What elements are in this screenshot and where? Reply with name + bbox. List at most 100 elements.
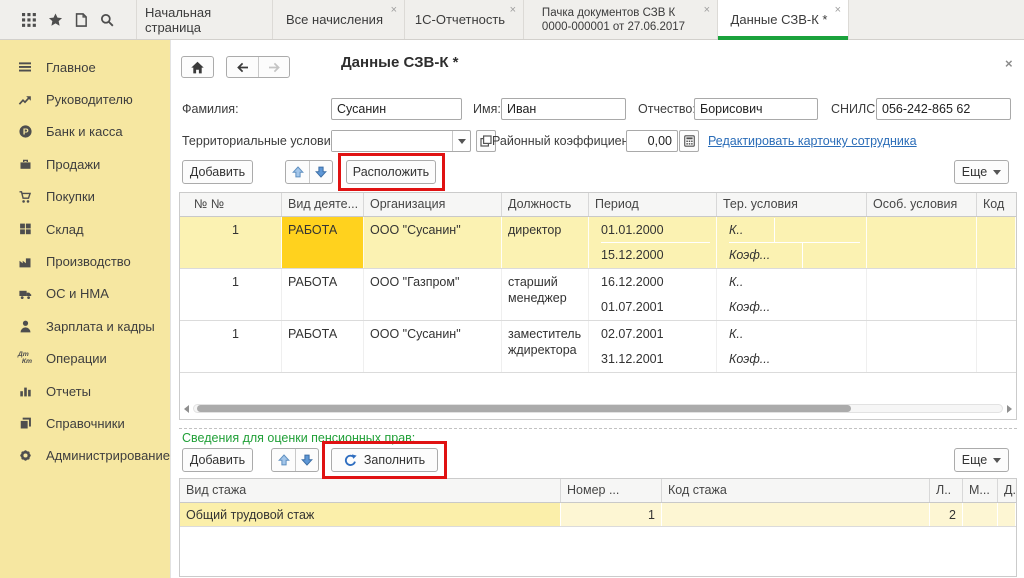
tab-all-accruals[interactable]: Все начисления × xyxy=(273,0,405,39)
move-up-button[interactable] xyxy=(286,161,309,183)
menu-lines-icon xyxy=(16,60,34,74)
pension-section-label: Сведения для оценки пенсионных прав: xyxy=(182,431,415,445)
sidebar-item-salary-hr[interactable]: Зарплата и кадры xyxy=(0,310,170,342)
arrange-button[interactable]: Расположить xyxy=(346,160,436,184)
gear-icon xyxy=(16,449,34,463)
sidebar-item-manager[interactable]: Руководителю xyxy=(0,83,170,115)
close-icon[interactable]: × xyxy=(391,5,397,16)
column-header[interactable]: Вид стажа xyxy=(180,479,561,502)
add-button-top[interactable]: Добавить xyxy=(182,160,253,184)
open-icon xyxy=(480,135,492,147)
tab-home-page[interactable]: Начальная страница xyxy=(137,0,273,39)
apps-grid-icon[interactable] xyxy=(22,13,36,27)
column-header[interactable]: Особ. условия xyxy=(867,193,977,216)
column-header[interactable]: Л.. xyxy=(930,479,963,502)
column-header[interactable]: № № xyxy=(180,193,282,216)
bar-chart-icon xyxy=(16,384,34,398)
calculator-button[interactable] xyxy=(679,130,699,152)
horizontal-scrollbar[interactable] xyxy=(184,401,1012,416)
close-icon[interactable]: × xyxy=(835,5,841,16)
add-button-bottom[interactable]: Добавить xyxy=(182,448,253,472)
column-header[interactable]: Д.. xyxy=(998,479,1016,502)
form-close-icon[interactable]: × xyxy=(1005,56,1013,71)
scrollbar-track[interactable] xyxy=(193,404,1003,413)
firstname-field[interactable] xyxy=(501,98,626,120)
column-header[interactable]: Код стажа xyxy=(662,479,930,502)
more-button-bottom[interactable]: Еще xyxy=(954,448,1009,472)
sidebar-item-production[interactable]: Производство xyxy=(0,245,170,277)
territorial-input[interactable] xyxy=(332,131,452,151)
scroll-right-icon[interactable] xyxy=(1007,405,1012,413)
sidebar-item-references[interactable]: Справочники xyxy=(0,407,170,439)
sidebar-item-label: Продажи xyxy=(46,157,100,172)
sidebar-item-label: Руководителю xyxy=(46,92,133,107)
column-header[interactable]: Номер ... xyxy=(561,479,662,502)
table-row[interactable]: 1 РАБОТА ООО "Сусанин" директор 01.01.20… xyxy=(180,217,1016,269)
territorial-label: Территориальные условия: xyxy=(182,130,341,152)
sidebar-item-warehouse[interactable]: Склад xyxy=(0,213,170,245)
table-row[interactable]: Общий трудовой стаж 1 2 xyxy=(180,503,1016,527)
tab-label: Данные СЗВ-К * xyxy=(731,12,828,27)
refresh-arrow-icon xyxy=(344,454,357,467)
close-icon[interactable]: × xyxy=(510,5,516,16)
patronymic-field[interactable] xyxy=(694,98,818,120)
move-down-button[interactable] xyxy=(295,449,318,471)
sidebar-item-operations[interactable]: ДтКт Операции xyxy=(0,343,170,375)
briefcase-icon xyxy=(16,157,34,171)
territorial-combobox[interactable] xyxy=(331,130,471,152)
forward-button[interactable] xyxy=(258,57,289,77)
tab-szv-k-data[interactable]: Данные СЗВ-К * × xyxy=(718,0,849,39)
sidebar-item-reports[interactable]: Отчеты xyxy=(0,375,170,407)
column-header[interactable]: Должность xyxy=(502,193,589,216)
sidebar-item-main[interactable]: Главное xyxy=(0,51,170,83)
table-empty-area xyxy=(180,373,1016,401)
more-button-top[interactable]: Еще xyxy=(954,160,1009,184)
search-icon[interactable] xyxy=(100,13,114,27)
column-header[interactable]: Тер. условия xyxy=(717,193,867,216)
coefficient-field[interactable] xyxy=(626,130,678,152)
sidebar-item-label: Зарплата и кадры xyxy=(46,319,155,334)
table-row[interactable]: 1 РАБОТА ООО "Сусанин" заместитель ждире… xyxy=(180,321,1016,373)
sidebar-item-purchases[interactable]: Покупки xyxy=(0,181,170,213)
snils-field[interactable] xyxy=(876,98,1011,120)
chevron-down-icon xyxy=(993,458,1001,463)
lastname-field[interactable] xyxy=(331,98,462,120)
tab-bar: Начальная страница Все начисления × 1С-О… xyxy=(0,0,1024,40)
snils-label: СНИЛС: xyxy=(831,98,879,120)
navigation-buttons xyxy=(226,56,290,78)
active-cell[interactable]: РАБОТА xyxy=(282,217,364,268)
move-up-button[interactable] xyxy=(272,449,295,471)
sidebar-item-administration[interactable]: Администрирование xyxy=(0,440,170,472)
edit-employee-card-link[interactable]: Редактировать карточку сотрудника xyxy=(708,130,917,152)
scroll-left-icon[interactable] xyxy=(184,405,189,413)
home-button[interactable] xyxy=(181,56,214,78)
app-window: Начальная страница Все начисления × 1С-О… xyxy=(0,0,1024,578)
patronymic-label: Отчество: xyxy=(638,98,696,120)
tab-1c-reporting[interactable]: 1С-Отчетность × xyxy=(405,0,524,39)
back-button[interactable] xyxy=(227,57,258,77)
sidebar-item-label: Банк и касса xyxy=(46,124,123,139)
column-header[interactable]: Организация xyxy=(364,193,502,216)
sidebar-item-label: Операции xyxy=(46,351,107,366)
scrollbar-thumb[interactable] xyxy=(197,405,851,412)
stacked-pages-icon xyxy=(16,416,34,430)
tab-document-pack-szv-k[interactable]: Пачка документов СЗВ К 0000-000001 от 27… xyxy=(524,0,718,39)
fill-button[interactable]: Заполнить xyxy=(331,448,438,472)
column-header[interactable]: Вид деяте... xyxy=(282,193,364,216)
dropdown-button[interactable] xyxy=(452,131,470,151)
table-empty-area xyxy=(180,527,1016,576)
lastname-label: Фамилия: xyxy=(182,98,239,120)
table-row[interactable]: 1 РАБОТА ООО "Газпром" старший менеджер … xyxy=(180,269,1016,321)
chevron-down-icon xyxy=(993,170,1001,175)
column-header[interactable]: Код xyxy=(977,193,1016,216)
favorites-star-icon[interactable] xyxy=(48,13,63,27)
history-icon[interactable] xyxy=(74,13,88,27)
back-arrow-icon xyxy=(235,61,250,74)
close-icon[interactable]: × xyxy=(704,5,710,16)
sidebar-item-fixed-assets[interactable]: ОС и НМА xyxy=(0,278,170,310)
move-down-button[interactable] xyxy=(309,161,332,183)
sidebar-item-sales[interactable]: Продажи xyxy=(0,148,170,180)
column-header[interactable]: Период xyxy=(589,193,717,216)
column-header[interactable]: М... xyxy=(963,479,998,502)
sidebar-item-bank-cash[interactable]: Р Банк и касса xyxy=(0,116,170,148)
